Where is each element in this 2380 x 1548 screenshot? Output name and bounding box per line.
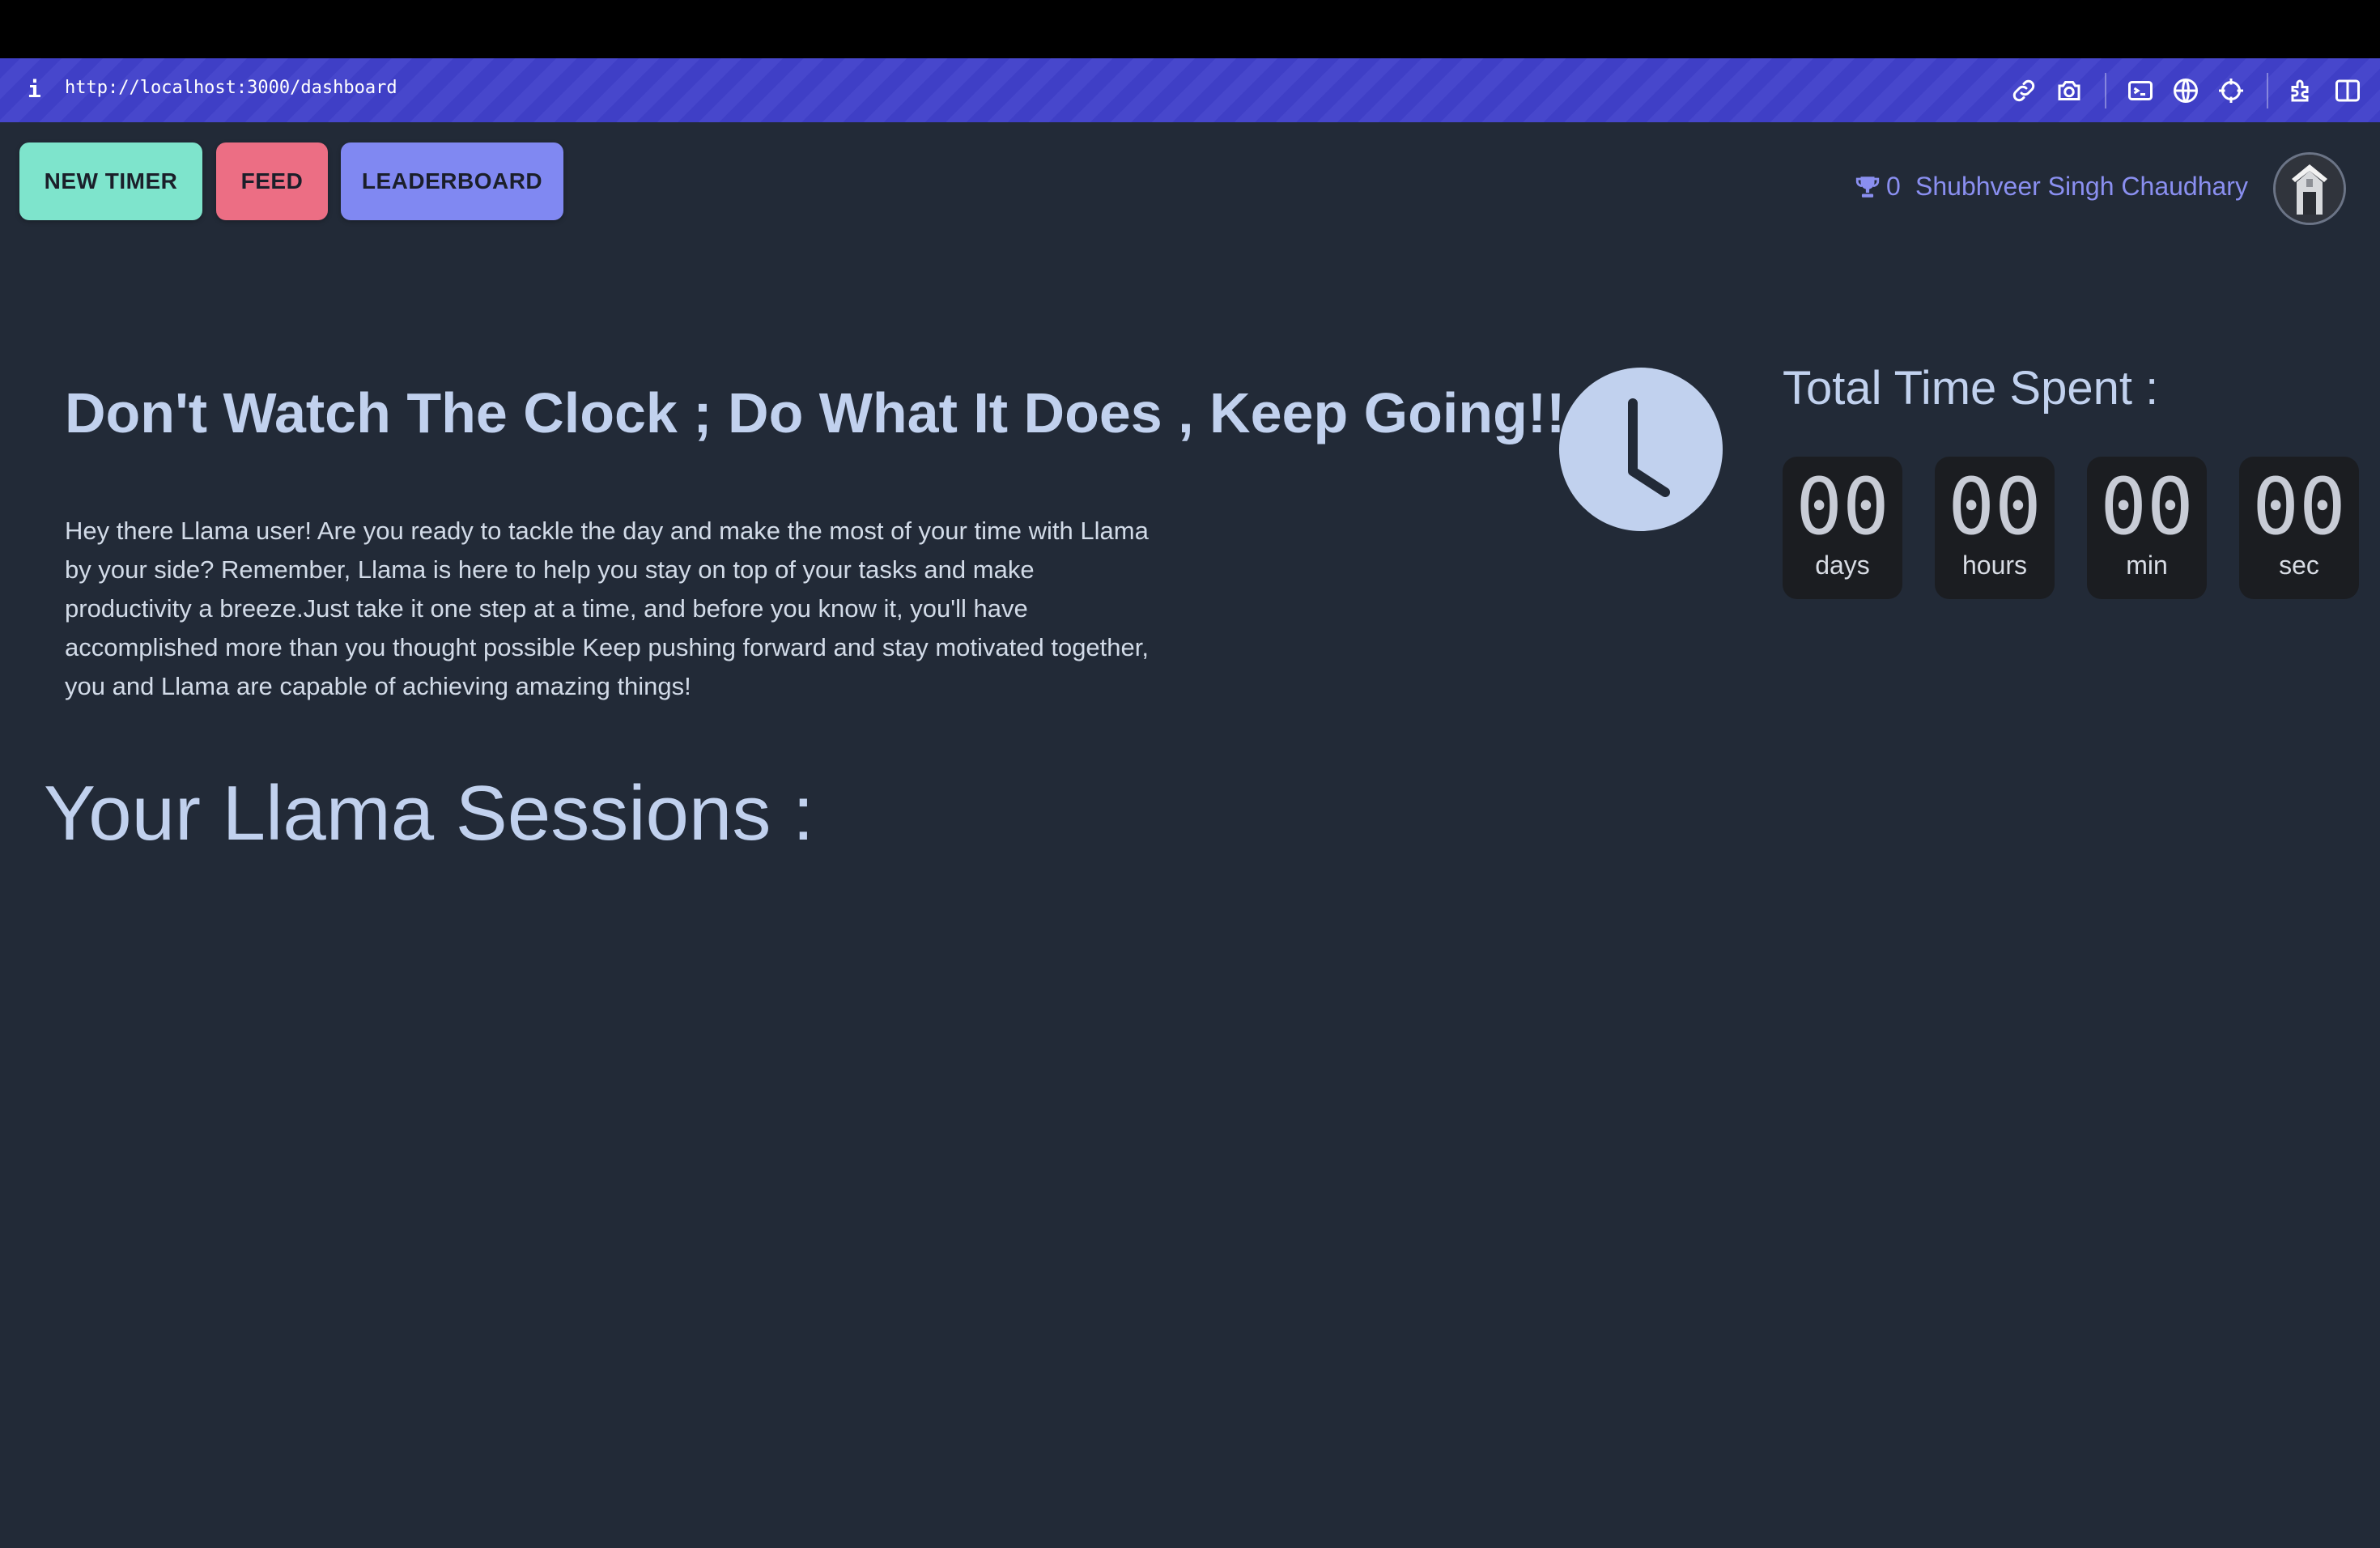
- browser-url-bar: i http://localhost:3000/dashboard: [0, 58, 2380, 122]
- sessions-title: Your Llama Sessions :: [44, 770, 814, 857]
- leaderboard-button[interactable]: LEADERBOARD: [341, 142, 563, 220]
- page-headline: Don't Watch The Clock ; Do What It Does …: [65, 381, 1566, 444]
- username[interactable]: Shubhveer Singh Chaudhary: [1915, 172, 2248, 202]
- avatar[interactable]: [2273, 152, 2346, 225]
- url-text[interactable]: http://localhost:3000/dashboard: [65, 78, 397, 98]
- toolbar-divider: [2267, 73, 2268, 108]
- total-time-title: Total Time Spent :: [1783, 362, 2159, 415]
- hours-label: hours: [1961, 551, 2028, 580]
- globe-icon[interactable]: [2171, 76, 2200, 105]
- extension-icon[interactable]: [2288, 76, 2317, 105]
- score-count: 0: [1886, 172, 1901, 201]
- days-value: 00: [1796, 461, 1889, 552]
- sidebar-icon[interactable]: [2333, 76, 2362, 105]
- window-top-bar: [0, 0, 2380, 58]
- countdown-days: 00 days: [1783, 457, 1902, 599]
- feed-button[interactable]: FEED: [216, 142, 328, 220]
- crosshair-icon[interactable]: [2216, 76, 2246, 105]
- camera-icon[interactable]: [2055, 76, 2084, 105]
- hours-value: 00: [1948, 461, 2042, 552]
- trophy-icon: [1854, 173, 1881, 201]
- countdown-sec: 00 sec: [2239, 457, 2359, 599]
- sec-value: 00: [2252, 461, 2346, 552]
- clock-icon: [1559, 368, 1723, 531]
- toolbar-divider: [2105, 73, 2106, 108]
- min-value: 00: [2100, 461, 2194, 552]
- days-label: days: [1815, 551, 1870, 580]
- min-label: min: [2126, 551, 2168, 580]
- info-icon[interactable]: i: [28, 76, 44, 104]
- link-icon[interactable]: [2009, 76, 2038, 105]
- sec-label: sec: [2279, 551, 2319, 580]
- terminal-icon[interactable]: [2126, 76, 2155, 105]
- countdown-hours: 00 hours: [1935, 457, 2055, 599]
- intro-paragraph: Hey there Llama user! Are you ready to t…: [65, 517, 1149, 700]
- countdown-min: 00 min: [2087, 457, 2207, 599]
- new-timer-button[interactable]: NEW TIMER: [19, 142, 202, 220]
